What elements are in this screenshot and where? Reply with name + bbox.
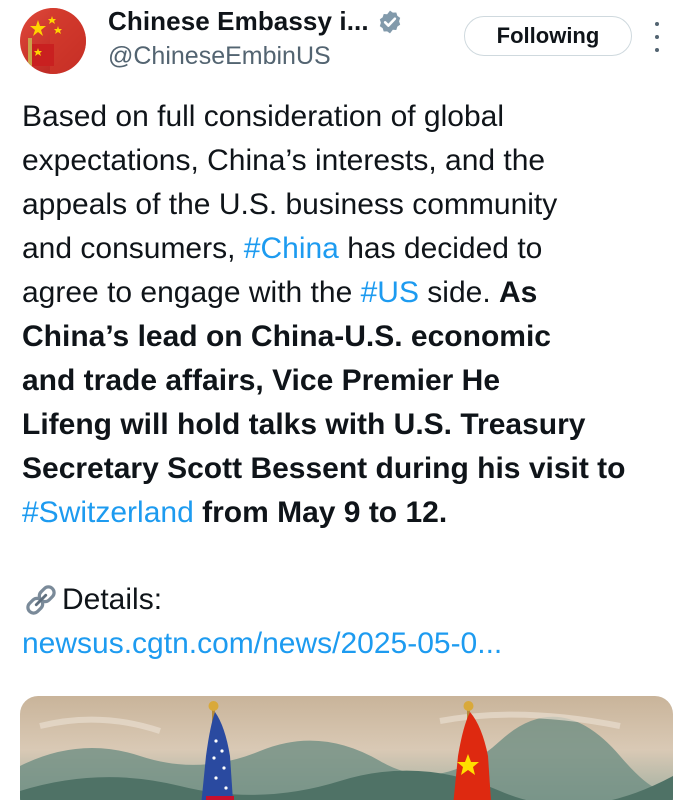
tweet-line: and consumers, #China has decided to	[22, 227, 682, 271]
tweet-text-bold: Secretary Scott Bessent during his visit…	[22, 452, 626, 485]
tweet-text-bold: and trade affairs, Vice Premier He	[22, 364, 501, 397]
tweet-text-segment: side.	[418, 276, 499, 309]
tweet-text-segment: appeals of the U.S. business community	[22, 188, 558, 221]
tweet-line: Secretary Scott Bessent during his visit…	[22, 447, 682, 491]
tweet-text: Based on full consideration of global ex…	[22, 95, 682, 535]
following-button[interactable]: Following	[464, 16, 632, 56]
more-vertical-icon[interactable]	[650, 22, 664, 52]
tweet-text-segment: has decided to	[338, 232, 543, 265]
tweet-line: agree to engage with the #US side. As	[22, 271, 682, 315]
tweet-text-segment: and consumers,	[22, 232, 244, 265]
flags-photo	[20, 696, 673, 800]
tweet: Chinese Embassy i... @ChineseEmbinUS Fol…	[0, 0, 693, 800]
tweet-text-bold: Lifeng will hold talks with U.S. Treasur…	[22, 408, 586, 441]
tweet-text-bold: As	[499, 276, 538, 309]
tweet-text-segment: expectations, China’s interests, and the	[22, 144, 546, 177]
hashtag-us[interactable]: #US	[361, 276, 419, 309]
avatar[interactable]	[20, 8, 86, 74]
verified-badge-icon	[379, 10, 400, 33]
tweet-text-bold: China’s lead on China-U.S. economic	[22, 320, 551, 353]
handle[interactable]: @ChineseEmbinUS	[108, 42, 331, 71]
tweet-line: #Switzerland from May 9 to 12.	[22, 491, 682, 535]
details-row: Details:	[22, 578, 162, 622]
flag-avatar-icon	[20, 8, 86, 74]
tweet-line: Based on full consideration of global	[22, 95, 682, 139]
tweet-text-segment: agree to engage with the	[22, 276, 361, 309]
hashtag-switzerland[interactable]: #Switzerland	[22, 496, 194, 529]
article-link[interactable]: newsus.cgtn.com/news/2025-05-0...	[22, 622, 502, 666]
tweet-text-bold: from May 9 to 12.	[193, 496, 448, 529]
details-label: Details:	[62, 583, 163, 616]
media-image[interactable]	[20, 696, 673, 800]
tweet-line: China’s lead on China-U.S. economic	[22, 315, 682, 359]
tweet-line: Lifeng will hold talks with U.S. Treasur…	[22, 403, 682, 447]
hashtag-china[interactable]: #China	[244, 232, 339, 265]
display-name[interactable]: Chinese Embassy i...	[108, 6, 369, 37]
link-icon	[26, 585, 56, 615]
name-row: Chinese Embassy i...	[108, 6, 403, 37]
tweet-line: and trade affairs, Vice Premier He	[22, 359, 682, 403]
tweet-text-segment: Based on full consideration of global	[22, 100, 504, 133]
tweet-line: appeals of the U.S. business community	[22, 183, 682, 227]
tweet-line: expectations, China’s interests, and the	[22, 139, 682, 183]
